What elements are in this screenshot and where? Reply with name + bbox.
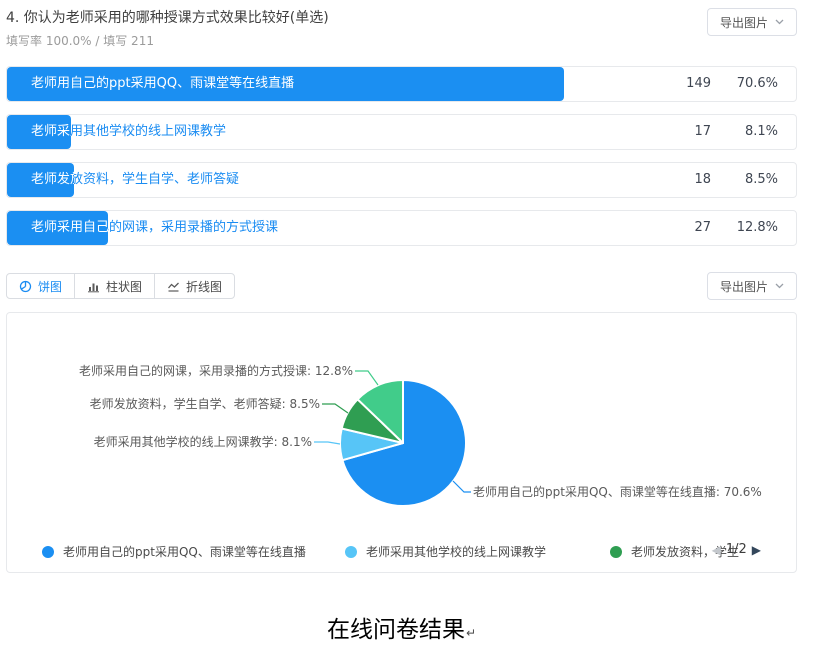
survey-results-page: 4. 你认为老师采用的哪种授课方式效果比较好(单选) 填写率 100.0% / … [0, 0, 813, 672]
option-bar: 老师采用自己的网课，采用录播的方式授课 [7, 211, 108, 245]
legend-dot [610, 546, 622, 558]
line-chart-icon [167, 280, 180, 293]
chevron-down-icon [775, 19, 784, 25]
option-count: 18 [651, 163, 711, 197]
paragraph-mark-icon: ↵ [466, 626, 476, 640]
export-image-button[interactable]: 导出图片 [707, 8, 797, 36]
option-percent: 8.5% [718, 163, 778, 197]
export-image-label: 导出图片 [720, 14, 768, 31]
option-rows: 老师用自己的ppt采用QQ、雨课堂等在线直播 老师用自己的ppt采用QQ、雨课堂… [6, 66, 797, 246]
chevron-down-icon [775, 283, 784, 289]
option-count: 27 [651, 211, 711, 245]
option-count: 149 [651, 67, 711, 101]
tab-line-chart[interactable]: 折线图 [154, 273, 235, 299]
chart-export-image-button[interactable]: 导出图片 [707, 272, 797, 300]
legend-label: 老师用自己的ppt采用QQ、雨课堂等在线直播 [63, 543, 306, 560]
tab-label: 折线图 [186, 278, 222, 295]
option-row[interactable]: 老师发放资料，学生自学、老师答疑 老师发放资料，学生自学、老师答疑 18 8.5… [6, 162, 797, 198]
bar-chart-icon [87, 280, 100, 293]
legend-dot [42, 546, 54, 558]
legend-item[interactable]: 老师采用其他学校的线上网课教学 [345, 543, 546, 560]
document-caption: 在线问卷结果↵ [6, 610, 797, 644]
option-count: 17 [651, 115, 711, 149]
option-bar: 老师发放资料，学生自学、老师答疑 [7, 163, 74, 197]
option-bar: 老师采用其他学校的线上网课教学 [7, 115, 71, 149]
chart-type-tabs: 饼图 柱状图 折线图 [6, 273, 235, 299]
tab-label: 饼图 [38, 278, 62, 295]
pie-chart-icon [19, 280, 32, 293]
caption-text: 在线问卷结果 [327, 617, 465, 643]
tab-label: 柱状图 [106, 278, 142, 295]
chart-export-image-label: 导出图片 [720, 278, 768, 295]
legend-item[interactable]: 老师用自己的ppt采用QQ、雨课堂等在线直播 [42, 543, 306, 560]
pie-chart-panel: 老师采用自己的网课，采用录播的方式授课: 12.8% 老师发放资料，学生自学、老… [6, 312, 797, 573]
pie-callout-label: 老师发放资料，学生自学、老师答疑: 8.5% [90, 396, 320, 412]
legend-dot [345, 546, 357, 558]
question-fill-rate: 填写率 100.0% / 填写 211 [6, 32, 797, 49]
option-row[interactable]: 老师采用其他学校的线上网课教学 老师采用其他学校的线上网课教学 17 8.1% [6, 114, 797, 150]
prev-page-arrow[interactable]: ◀ [712, 543, 721, 557]
page-indicator: 1/2 [726, 542, 747, 557]
pie-callout-label: 老师采用其他学校的线上网课教学: 8.1% [94, 434, 312, 450]
option-percent: 12.8% [718, 211, 778, 245]
pie-callout-label: 老师采用自己的网课，采用录播的方式授课: 12.8% [79, 363, 353, 379]
pie-callout-label: 老师用自己的ppt采用QQ、雨课堂等在线直播: 70.6% [473, 484, 762, 500]
question-block: 4. 你认为老师采用的哪种授课方式效果比较好(单选) 填写率 100.0% / … [6, 0, 797, 246]
tab-bar-chart[interactable]: 柱状图 [74, 273, 155, 299]
option-bar: 老师用自己的ppt采用QQ、雨课堂等在线直播 [7, 67, 564, 101]
next-page-arrow[interactable]: ▶ [752, 543, 761, 557]
option-row[interactable]: 老师用自己的ppt采用QQ、雨课堂等在线直播 老师用自己的ppt采用QQ、雨课堂… [6, 66, 797, 102]
option-percent: 8.1% [718, 115, 778, 149]
option-row[interactable]: 老师采用自己的网课，采用录播的方式授课 老师采用自己的网课，采用录播的方式授课 … [6, 210, 797, 246]
chart-toolbar: 饼图 柱状图 折线图 导出图片 [6, 273, 797, 299]
question-header: 4. 你认为老师采用的哪种授课方式效果比较好(单选) 填写率 100.0% / … [6, 0, 797, 49]
option-percent: 70.6% [718, 67, 778, 101]
legend-pagination: ◀ 1/2 ▶ [712, 542, 761, 557]
question-title: 4. 你认为老师采用的哪种授课方式效果比较好(单选) [6, 7, 797, 27]
tab-pie-chart[interactable]: 饼图 [6, 273, 75, 299]
legend-label: 老师采用其他学校的线上网课教学 [366, 543, 546, 560]
